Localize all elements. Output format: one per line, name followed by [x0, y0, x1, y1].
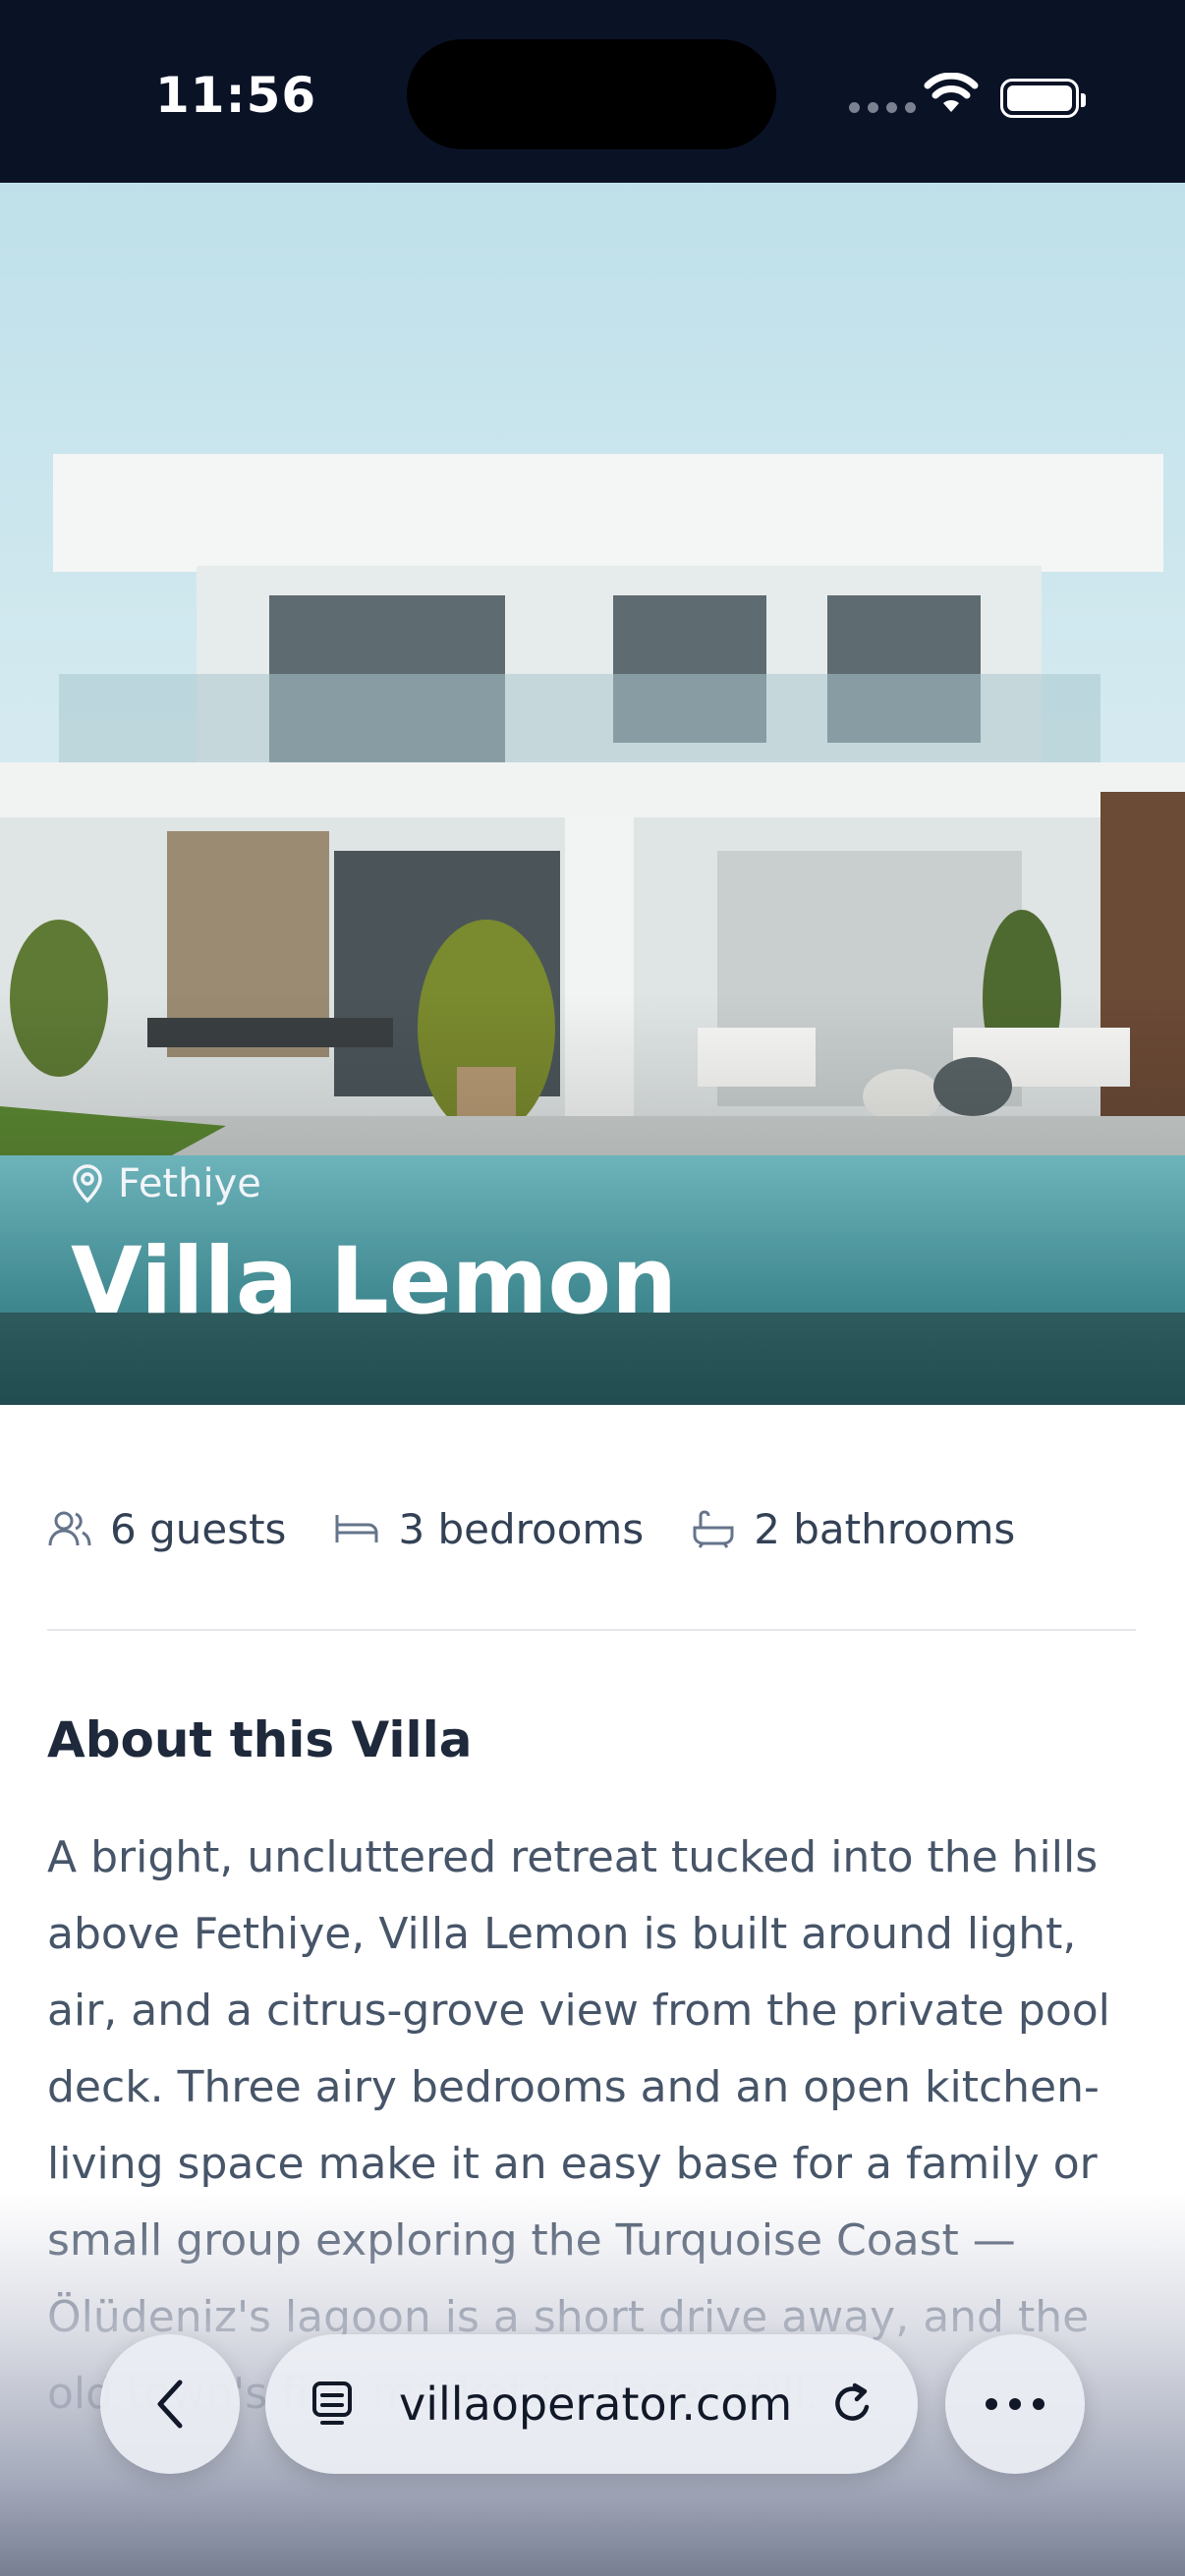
battery-icon: [1000, 79, 1086, 118]
location-pin-icon: [73, 1164, 102, 1204]
url-text: villaoperator.com: [399, 2378, 793, 2431]
more-dots-icon: [986, 2398, 1044, 2410]
chevron-left-icon: [157, 2380, 183, 2429]
section-divider: [47, 1629, 1136, 1631]
amenities-row: 6 guests 3 bedrooms 2 bathrooms: [47, 1503, 1062, 1554]
amenity-label: 3 bedrooms: [398, 1504, 645, 1553]
hero-image: Fethiye Villa Lemon: [0, 183, 1185, 1405]
bath-icon: [693, 1510, 734, 1548]
hero-location: Fethiye: [71, 1161, 261, 1206]
cellular-signal-icon: [849, 102, 916, 113]
more-button[interactable]: [945, 2334, 1085, 2474]
address-bar[interactable]: villaoperator.com: [265, 2334, 918, 2474]
wifi-icon: [924, 73, 979, 112]
back-button[interactable]: [100, 2334, 240, 2474]
amenity-bedrooms: 3 bedrooms: [333, 1505, 644, 1553]
amenity-label: 2 bathrooms: [754, 1504, 1016, 1553]
status-bar: 11:56: [0, 0, 1185, 183]
amenity-guests: 6 guests: [47, 1505, 286, 1553]
dynamic-island: [407, 39, 776, 149]
bed-icon: [335, 1515, 378, 1542]
status-time: 11:56: [155, 67, 317, 124]
amenity-bathrooms: 2 bathrooms: [691, 1505, 1015, 1553]
reload-icon[interactable]: [829, 2380, 876, 2429]
tabs-icon: [312, 2381, 352, 2425]
amenity-label: 6 guests: [110, 1504, 287, 1553]
about-heading: About this Villa: [47, 1711, 473, 1768]
villa-title: Villa Lemon: [71, 1228, 678, 1335]
location-label: Fethiye: [118, 1161, 261, 1206]
browser-toolbar: villaoperator.com: [0, 2334, 1185, 2474]
guests-icon: [48, 1511, 91, 1546]
